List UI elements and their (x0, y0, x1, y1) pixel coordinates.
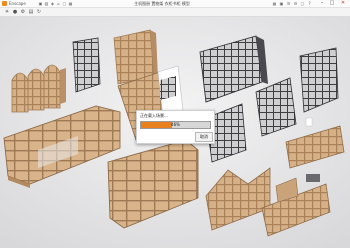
panel-icon-2[interactable]: ▣ (279, 1, 284, 6)
toolbar-icon-3[interactable]: ◈ (50, 1, 55, 6)
dialog-title: 正在载入场景… (140, 113, 168, 118)
toolbar-icon-5[interactable]: ▢ (62, 1, 67, 6)
app-logo-icon (2, 1, 7, 6)
tool-settings-icon[interactable]: ⚙ (20, 9, 26, 15)
toolbar-icon-4[interactable]: ⌂ (56, 1, 61, 6)
progress-bar: 46% (140, 121, 211, 129)
toolbar-icon-6[interactable]: ▦ (68, 1, 73, 6)
tool-material-icon[interactable]: ● (12, 9, 18, 15)
window-icon[interactable]: ▢ (300, 1, 305, 6)
minimize-button[interactable]: – (318, 0, 326, 7)
menu-icon[interactable]: ☰ (286, 1, 291, 6)
window-title: 主机图册 置物架 衣柜书柜 模型 (134, 1, 190, 6)
toolbar-icon-1[interactable]: ▣ (38, 1, 43, 6)
tool-view-icon[interactable]: ☀ (4, 9, 10, 15)
tool-refresh-icon[interactable]: ↻ (36, 9, 42, 15)
render-toolbar: ☀ ● ⚙ ▤ ↻ (0, 8, 350, 17)
panel-icon-1[interactable]: ▦ (272, 1, 277, 6)
tall-metal-shelf (72, 37, 101, 93)
loading-dialog: 正在载入场景… 46% 取消 (136, 110, 215, 144)
cancel-button[interactable]: 取消 (195, 132, 213, 142)
tool-layers-icon[interactable]: ▤ (28, 9, 34, 15)
title-bar: Enscape 主机图册 置物架 衣柜书柜 模型 ▣ ▨ ◈ ⌂ ▢ ▦ ▦ ▣… (0, 0, 350, 8)
maximize-button[interactable]: □ (328, 0, 336, 7)
settings-icon[interactable]: ⚙ (293, 1, 298, 6)
progress-text: 46% (171, 122, 180, 127)
app-name: Enscape (9, 1, 26, 6)
help-icon[interactable]: ? (307, 1, 312, 6)
close-button[interactable]: ✕ (339, 0, 347, 7)
toolbar-icon-2[interactable]: ▨ (44, 1, 49, 6)
